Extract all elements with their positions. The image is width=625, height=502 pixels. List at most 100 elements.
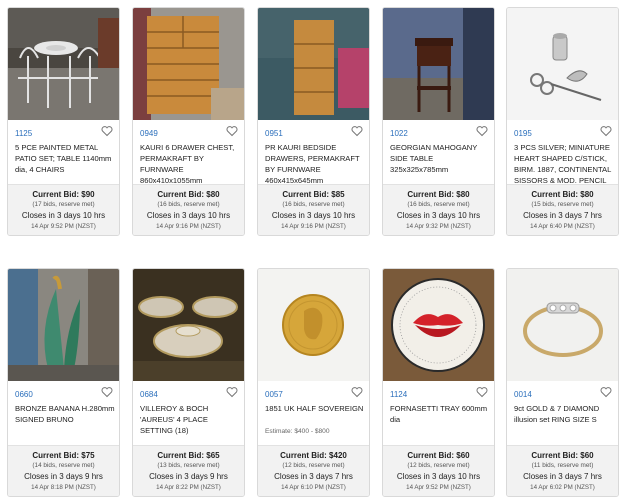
- bid-panel: Current Bid: $90 (17 bids, reserve met) …: [8, 184, 119, 235]
- lot-title[interactable]: 9ct GOLD & 7 DIAMOND illusion set RING S…: [514, 403, 615, 425]
- lot-card[interactable]: 0195 3 PCS SILVER; MINIATURE HEART SHAPE…: [506, 7, 619, 236]
- bid-count: (15 bids, reserve met): [531, 201, 594, 208]
- lot-image[interactable]: [133, 269, 244, 381]
- heart-icon[interactable]: [476, 386, 488, 398]
- lot-number[interactable]: 0014: [514, 390, 532, 399]
- lot-image[interactable]: [8, 8, 119, 120]
- lot-card[interactable]: 1125 5 PCE PAINTED METAL PATIO SET; TABL…: [7, 7, 120, 236]
- heart-icon[interactable]: [226, 386, 238, 398]
- lot-number[interactable]: 0684: [140, 390, 158, 399]
- closing-date: 14 Apr 9:16 PM (NZST): [281, 223, 346, 230]
- bid-panel: Current Bid: $85 (16 bids, reserve met) …: [258, 184, 369, 235]
- lot-number[interactable]: 0951: [265, 129, 283, 138]
- heart-icon[interactable]: [351, 386, 363, 398]
- current-bid: Current Bid: $420: [280, 451, 347, 460]
- lot-number[interactable]: 0660: [15, 390, 33, 399]
- lot-image[interactable]: [383, 269, 494, 381]
- heart-icon[interactable]: [226, 125, 238, 137]
- estimate: Estimate: $400 - $800: [265, 428, 330, 435]
- lot-grid: 1125 5 PCE PAINTED METAL PATIO SET; TABL…: [7, 7, 619, 497]
- lot-image[interactable]: [133, 8, 244, 120]
- current-bid: Current Bid: $80: [157, 190, 220, 199]
- lot-card[interactable]: 1124 FORNASETTI TRAY 600mm dia Current B…: [382, 268, 495, 497]
- lot-number[interactable]: 0057: [265, 390, 283, 399]
- lot-image[interactable]: [8, 269, 119, 381]
- lot-image[interactable]: [258, 269, 369, 381]
- lot-number[interactable]: 1125: [15, 129, 32, 138]
- lot-number[interactable]: 1124: [390, 390, 407, 399]
- lot-card[interactable]: 0057 1851 UK HALF SOVEREIGN Estimate: $4…: [257, 268, 370, 497]
- bid-count: (16 bids, reserve met): [407, 201, 470, 208]
- heart-icon[interactable]: [600, 125, 612, 137]
- closing-date: 14 Apr 9:52 PM (NZST): [406, 484, 471, 491]
- closing-date: 14 Apr 6:40 PM (NZST): [530, 223, 595, 230]
- lot-card[interactable]: 0014 9ct GOLD & 7 DIAMOND illusion set R…: [506, 268, 619, 497]
- closing-date: 14 Apr 8:18 PM (NZST): [31, 484, 96, 491]
- lot-image[interactable]: [258, 8, 369, 120]
- lot-card[interactable]: 0949 KAURI 6 DRAWER CHEST, PERMAKRAFT BY…: [132, 7, 245, 236]
- lot-title[interactable]: 1851 UK HALF SOVEREIGN: [265, 403, 366, 414]
- lot-title[interactable]: GEORGIAN MAHOGANY SIDE TABLE 325x325x785…: [390, 142, 491, 175]
- lot-image[interactable]: [507, 8, 618, 120]
- lot-card[interactable]: 1022 GEORGIAN MAHOGANY SIDE TABLE 325x32…: [382, 7, 495, 236]
- current-bid: Current Bid: $85: [282, 190, 345, 199]
- bid-count: (16 bids, reserve met): [282, 201, 345, 208]
- current-bid: Current Bid: $90: [32, 190, 95, 199]
- bid-count: (17 bids, reserve met): [32, 201, 95, 208]
- closing-time: Closes in 3 days 10 hrs: [271, 211, 356, 220]
- bid-count: (14 bids, reserve met): [32, 462, 95, 469]
- bid-count: (13 bids, reserve met): [157, 462, 220, 469]
- lot-title[interactable]: KAURI 6 DRAWER CHEST, PERMAKRAFT BY FURN…: [140, 142, 241, 186]
- closing-date: 14 Apr 9:16 PM (NZST): [156, 223, 221, 230]
- lot-number[interactable]: 0195: [514, 129, 532, 138]
- bid-panel: Current Bid: $65 (13 bids, reserve met) …: [133, 445, 244, 496]
- closing-date: 14 Apr 9:52 PM (NZST): [31, 223, 96, 230]
- closing-date: 14 Apr 9:32 PM (NZST): [406, 223, 471, 230]
- lot-card[interactable]: 0660 BRONZE BANANA H.280mm SIGNED BRUNO …: [7, 268, 120, 497]
- heart-icon[interactable]: [101, 386, 113, 398]
- bid-count: (12 bids, reserve met): [407, 462, 470, 469]
- bid-panel: Current Bid: $420 (12 bids, reserve met)…: [258, 445, 369, 496]
- bid-panel: Current Bid: $80 (16 bids, reserve met) …: [133, 184, 244, 235]
- closing-time: Closes in 3 days 10 hrs: [396, 472, 481, 481]
- current-bid: Current Bid: $65: [157, 451, 220, 460]
- lot-number[interactable]: 0949: [140, 129, 158, 138]
- lot-title[interactable]: 5 PCE PAINTED METAL PATIO SET; TABLE 114…: [15, 142, 116, 175]
- current-bid: Current Bid: $80: [407, 190, 470, 199]
- closing-time: Closes in 3 days 9 hrs: [149, 472, 228, 481]
- closing-time: Closes in 3 days 9 hrs: [24, 472, 103, 481]
- closing-date: 14 Apr 6:02 PM (NZST): [530, 484, 595, 491]
- lot-image[interactable]: [507, 269, 618, 381]
- current-bid: Current Bid: $60: [407, 451, 470, 460]
- current-bid: Current Bid: $80: [531, 190, 594, 199]
- heart-icon[interactable]: [600, 386, 612, 398]
- bid-panel: Current Bid: $80 (15 bids, reserve met) …: [507, 184, 618, 235]
- lot-title[interactable]: FORNASETTI TRAY 600mm dia: [390, 403, 491, 425]
- closing-time: Closes in 3 days 7 hrs: [523, 472, 602, 481]
- closing-time: Closes in 3 days 7 hrs: [523, 211, 602, 220]
- lot-card[interactable]: 0951 PR KAURI BEDSIDE DRAWERS, PERMAKRAF…: [257, 7, 370, 236]
- bid-panel: Current Bid: $60 (11 bids, reserve met) …: [507, 445, 618, 496]
- bid-panel: Current Bid: $60 (12 bids, reserve met) …: [383, 445, 494, 496]
- lot-title[interactable]: BRONZE BANANA H.280mm SIGNED BRUNO: [15, 403, 116, 425]
- current-bid: Current Bid: $75: [32, 451, 95, 460]
- current-bid: Current Bid: $60: [531, 451, 594, 460]
- closing-date: 14 Apr 6:10 PM (NZST): [281, 484, 346, 491]
- lot-card[interactable]: 0684 VILLEROY & BOCH 'AUREUS' 4 PLACE SE…: [132, 268, 245, 497]
- heart-icon[interactable]: [101, 125, 113, 137]
- closing-time: Closes in 3 days 10 hrs: [21, 211, 106, 220]
- bid-panel: Current Bid: $80 (16 bids, reserve met) …: [383, 184, 494, 235]
- lot-image[interactable]: [383, 8, 494, 120]
- heart-icon[interactable]: [351, 125, 363, 137]
- lot-title[interactable]: VILLEROY & BOCH 'AUREUS' 4 PLACE SETTING…: [140, 403, 241, 436]
- lot-title[interactable]: PR KAURI BEDSIDE DRAWERS, PERMAKRAFT BY …: [265, 142, 366, 186]
- closing-time: Closes in 3 days 7 hrs: [274, 472, 353, 481]
- bid-panel: Current Bid: $75 (14 bids, reserve met) …: [8, 445, 119, 496]
- closing-time: Closes in 3 days 10 hrs: [146, 211, 231, 220]
- closing-time: Closes in 3 days 10 hrs: [396, 211, 481, 220]
- bid-count: (16 bids, reserve met): [157, 201, 220, 208]
- heart-icon[interactable]: [476, 125, 488, 137]
- lot-number[interactable]: 1022: [390, 129, 408, 138]
- closing-date: 14 Apr 8:22 PM (NZST): [156, 484, 221, 491]
- bid-count: (12 bids, reserve met): [282, 462, 345, 469]
